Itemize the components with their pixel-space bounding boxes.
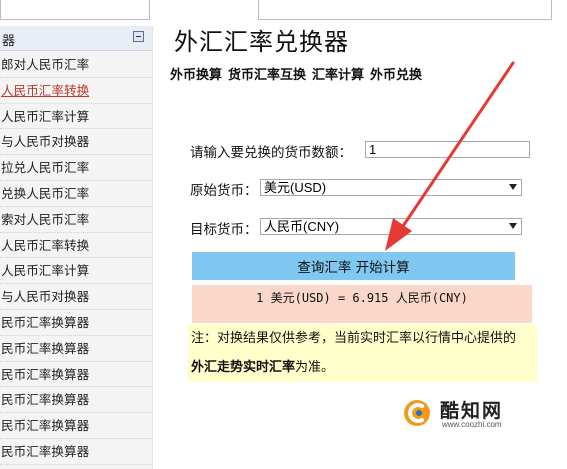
sidebar-item[interactable]: 兑换人民币汇率: [0, 181, 152, 207]
nav-link-exchange[interactable]: 外币兑换: [370, 68, 422, 83]
query-button[interactable]: 查询汇率 开始计算: [192, 252, 515, 280]
sidebar-item[interactable]: 郎对人民币汇率: [0, 52, 152, 78]
watermark: 酷知网 www.coozhi.com: [388, 390, 548, 436]
note-line-2: 外汇走势实时汇率为准。: [191, 353, 537, 382]
to-currency-value: 人民币(CNY): [264, 219, 340, 234]
sidebar-item[interactable]: 索对人民币汇率: [0, 207, 152, 233]
watermark-url: www.coozhi.com: [442, 420, 502, 429]
sidebar-item[interactable]: 与人民币对换器: [0, 129, 152, 156]
sidebar-item[interactable]: 民币汇率换算器: [0, 439, 152, 465]
coozhi-logo-icon: [404, 400, 430, 426]
collapse-icon[interactable]: [133, 31, 144, 42]
realtime-rate-link[interactable]: 外汇走势实时汇率: [191, 360, 295, 375]
watermark-name: 酷知网: [440, 400, 504, 422]
sidebar-header-label: 器: [2, 34, 16, 49]
sidebar-item[interactable]: 拉兑人民币汇率: [0, 155, 152, 181]
top-left-panel: [0, 0, 150, 20]
sidebar-item[interactable]: 民币汇率换算器: [0, 336, 152, 362]
result-text: 1 美元(USD) = 6.915 人民币(CNY): [256, 291, 468, 305]
nav-link-rate-calc[interactable]: 汇率计算: [312, 68, 364, 83]
sidebar-item[interactable]: 民币汇率换算器: [0, 465, 152, 469]
sidebar-list: 郎对人民币汇率 人民币汇率转换 人民币汇率计算 与人民币对换器 拉兑人民币汇率 兑换人民币…: [0, 52, 152, 469]
nav-link-currency-convert[interactable]: 外币换算: [170, 68, 222, 83]
amount-label: 请输入要兑换的货币数额：: [190, 145, 352, 161]
amount-input[interactable]: [365, 141, 530, 158]
chevron-down-icon: [509, 184, 517, 190]
note-box: 注：对换结果仅供参考，当前实时汇率以行情中心提供的 外汇走势实时汇率为准。: [188, 324, 537, 382]
sidebar-item[interactable]: 民币汇率换算器: [0, 310, 152, 336]
note-line-1: 注：对换结果仅供参考，当前实时汇率以行情中心提供的: [191, 331, 517, 346]
from-currency-select[interactable]: 美元(USD): [260, 179, 522, 196]
to-currency-select[interactable]: 人民币(CNY): [260, 218, 522, 235]
nav-links: 外币换算 货币汇率互换 汇率计算 外币兑换: [170, 64, 428, 83]
nav-link-rate-swap[interactable]: 货币汇率互换: [228, 68, 306, 83]
from-currency-value: 美元(USD): [264, 180, 327, 195]
result-box: 1 美元(USD) = 6.915 人民币(CNY): [192, 285, 532, 323]
from-currency-label: 原始货币：: [190, 183, 258, 199]
page-title: 外汇汇率兑换器: [174, 28, 349, 56]
sidebar-item[interactable]: 民币汇率换算器: [0, 387, 152, 414]
sidebar-item[interactable]: 民币汇率换算器: [0, 362, 152, 388]
to-currency-label: 目标货币：: [190, 222, 258, 238]
sidebar-item[interactable]: 人民币汇率计算: [0, 104, 152, 130]
chevron-down-icon: [509, 223, 517, 229]
sidebar-item[interactable]: 人民币汇率转换: [0, 78, 152, 104]
sidebar-item[interactable]: 人民币汇率计算: [0, 258, 152, 285]
sidebar-header: 器: [0, 26, 152, 51]
sidebar-item[interactable]: 民币汇率换算器: [0, 413, 152, 439]
sidebar-item[interactable]: 人民币汇率转换: [0, 233, 152, 259]
sidebar: 器 郎对人民币汇率 人民币汇率转换 人民币汇率计算 与人民币对换器 拉兑人民币汇率 兑换人…: [0, 26, 153, 469]
sidebar-item[interactable]: 与人民币对换器: [0, 284, 152, 310]
note-line-2-rest: 为准。: [295, 360, 335, 375]
